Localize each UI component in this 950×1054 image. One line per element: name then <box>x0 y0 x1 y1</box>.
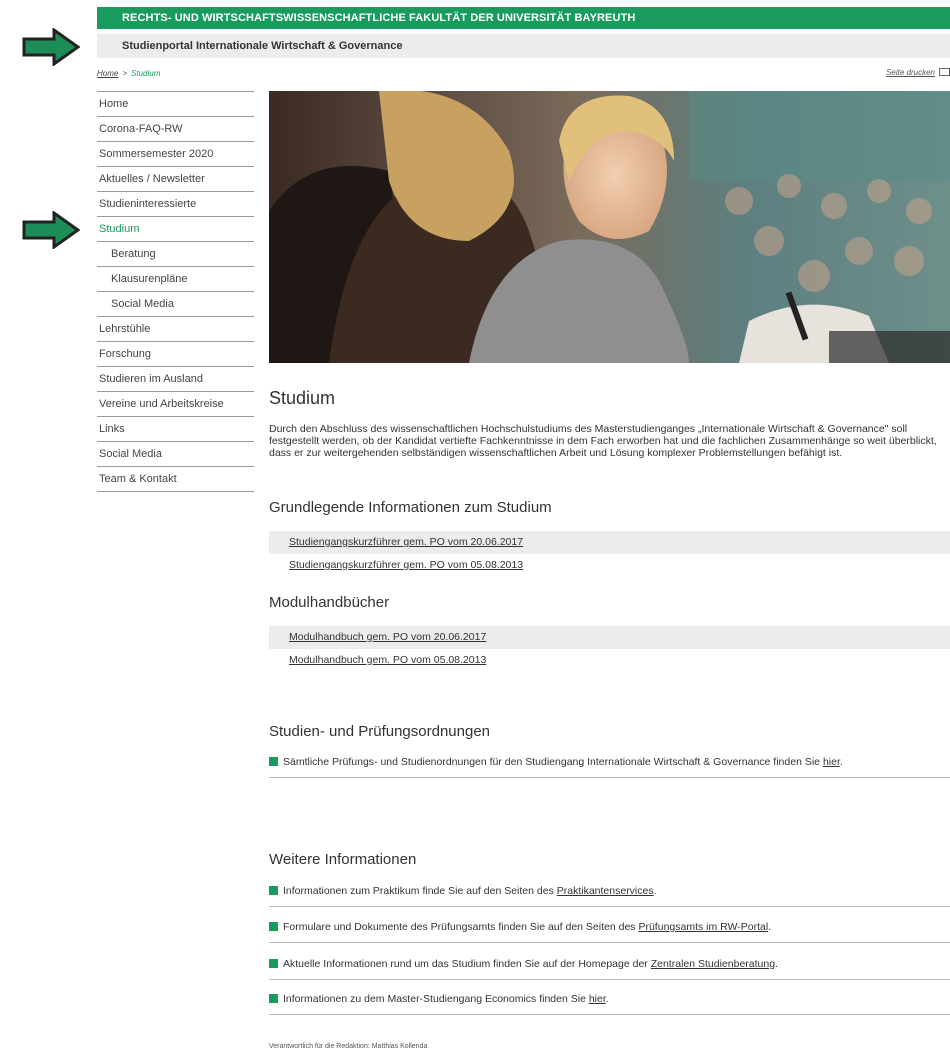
list-item: Informationen zum Praktikum finde Sie au… <box>269 883 950 907</box>
doc-link-modulhandbuch-2017[interactable]: Modulhandbuch gem. PO vom 20.06.2017 <box>269 626 950 649</box>
sidebar-subitem-beratung[interactable]: Beratung <box>97 242 254 267</box>
sidebar-item-forschung[interactable]: Forschung <box>97 342 254 367</box>
link-studienberatung[interactable]: Zentralen Studienberatung <box>651 958 775 970</box>
sidebar-subitem-klausurenplaene[interactable]: Klausurenpläne <box>97 267 254 292</box>
sidebar-item-sommersemester[interactable]: Sommersemester 2020 <box>97 142 254 167</box>
section-heading-grundlegende: Grundlegende Informationen zum Studium <box>269 499 552 516</box>
print-page-link[interactable]: Seite drucken <box>886 68 950 77</box>
sidebar-item-ausland[interactable]: Studieren im Ausland <box>97 367 254 392</box>
list-item: Informationen zu dem Master-Studiengang … <box>269 991 950 1015</box>
sidebar-item-links[interactable]: Links <box>97 417 254 442</box>
sidebar-nav: Home Corona-FAQ-RW Sommersemester 2020 A… <box>97 91 254 492</box>
bullet-square-icon <box>269 994 278 1003</box>
sidebar-subitem-social-media[interactable]: Social Media <box>97 292 254 317</box>
link-pruefungsamt[interactable]: Prüfungsamts im RW-Portal <box>638 921 768 933</box>
bullet-square-icon <box>269 959 278 968</box>
sidebar-item-team-kontakt[interactable]: Team & Kontakt <box>97 467 254 492</box>
breadcrumb: Home > Studium <box>97 69 160 78</box>
sidebar-item-corona-faq[interactable]: Corona-FAQ-RW <box>97 117 254 142</box>
page-title: Studium <box>269 388 336 408</box>
sidebar-item-aktuelles[interactable]: Aktuelles / Newsletter <box>97 167 254 192</box>
link-ordnungen-hier[interactable]: hier <box>823 756 840 768</box>
intro-paragraph: Durch den Abschluss des wissenschaftlich… <box>269 423 937 460</box>
doc-link-kurzfuehrer-2017[interactable]: Studiengangskurzführer gem. PO vom 20.06… <box>269 531 950 554</box>
portal-title-bar[interactable]: Studienportal Internationale Wirtschaft … <box>97 34 950 58</box>
list-item: Formulare und Dokumente des Prüfungsamts… <box>269 919 950 943</box>
hero-image <box>269 91 950 363</box>
footer-editor-note: Verantwortlich für die Redaktion: Matthi… <box>269 1043 428 1050</box>
bullet-square-icon <box>269 922 278 931</box>
print-label: Seite drucken <box>886 68 935 77</box>
sidebar-item-lehrstuehle[interactable]: Lehrstühle <box>97 317 254 342</box>
list-item: Aktuelle Informationen rund um das Studi… <box>269 956 950 980</box>
arrow-right-icon <box>22 211 80 249</box>
link-economics-hier[interactable]: hier <box>589 993 606 1005</box>
sidebar-item-home[interactable]: Home <box>97 92 254 117</box>
bullet-square-icon <box>269 757 278 766</box>
sidebar-item-studieninteressierte[interactable]: Studieninteressierte <box>97 192 254 217</box>
printer-icon <box>939 68 950 76</box>
faculty-bar[interactable]: RECHTS- UND WIRTSCHAFTSWISSENSCHAFTLICHE… <box>97 7 950 29</box>
arrow-right-icon <box>22 28 80 66</box>
section-heading-ordnungen: Studien- und Prüfungsordnungen <box>269 723 491 740</box>
sidebar-item-vereine[interactable]: Vereine und Arbeitskreise <box>97 392 254 417</box>
link-praktikantenservices[interactable]: Praktikantenservices <box>557 885 654 897</box>
doc-list-kurzfuehrer: Studiengangskurzführer gem. PO vom 20.06… <box>269 531 950 577</box>
breadcrumb-separator: > <box>122 69 128 78</box>
doc-list-modulhandbuecher: Modulhandbuch gem. PO vom 20.06.2017 Mod… <box>269 626 950 672</box>
breadcrumb-current: Studium <box>131 69 161 78</box>
doc-link-modulhandbuch-2013[interactable]: Modulhandbuch gem. PO vom 05.08.2013 <box>269 649 950 672</box>
section-heading-modulhandbuecher: Modulhandbücher <box>269 594 390 611</box>
sidebar-item-social-media[interactable]: Social Media <box>97 442 254 467</box>
breadcrumb-home-link[interactable]: Home <box>97 69 118 78</box>
sidebar-item-studium[interactable]: Studium <box>97 217 254 242</box>
bullet-square-icon <box>269 886 278 895</box>
doc-link-kurzfuehrer-2013[interactable]: Studiengangskurzführer gem. PO vom 05.08… <box>269 554 950 577</box>
section-heading-weitere: Weitere Informationen <box>269 851 417 868</box>
list-item: Sämtliche Prüfungs- und Studienordnungen… <box>269 754 950 778</box>
